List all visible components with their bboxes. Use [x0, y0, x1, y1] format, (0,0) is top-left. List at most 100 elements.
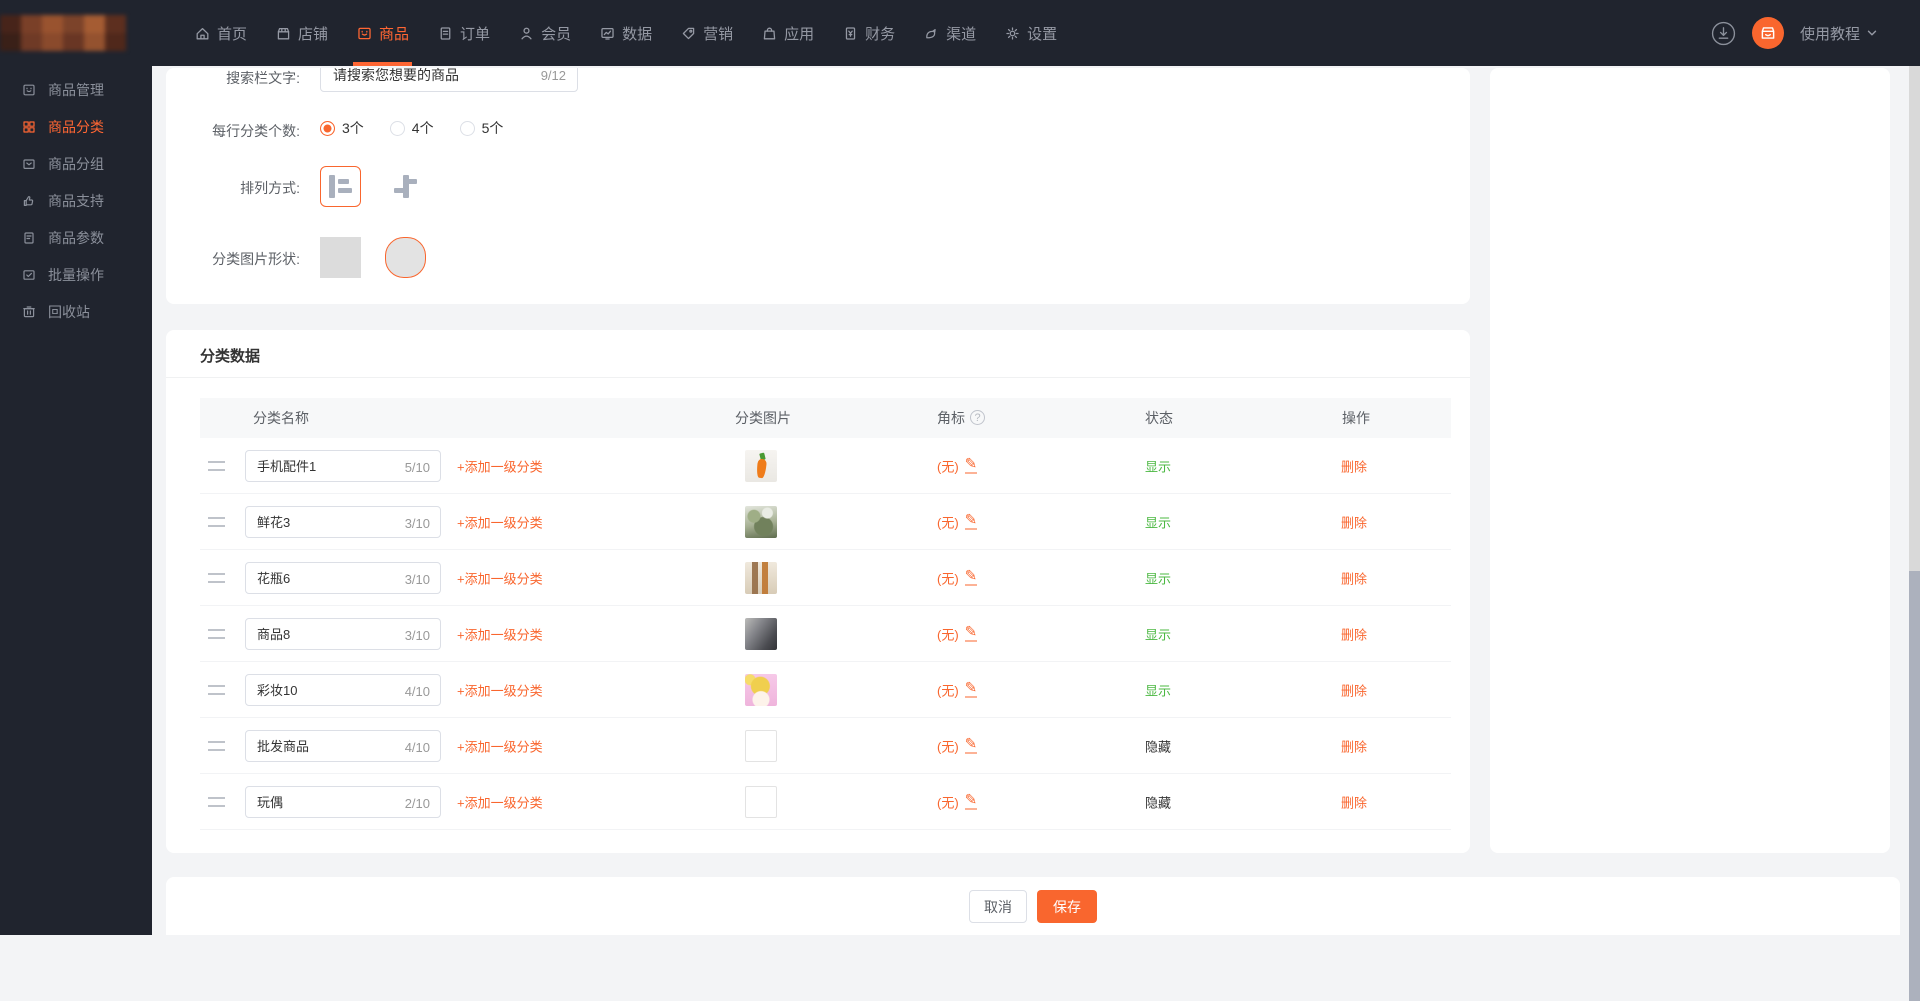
shape-circle-option[interactable] — [385, 237, 426, 278]
category-name-box: 2/10 — [245, 785, 441, 818]
table-row: 4/10 +添加一级分类 (无) ✎ 显示 删除 — [200, 662, 1451, 718]
category-table: 分类名称 分类图片 角标? 状态 操作 5/10 +添加一级分类 (无) ✎ 显… — [200, 398, 1451, 830]
nav-item-home[interactable]: 首页 — [194, 0, 247, 66]
edit-badge-icon[interactable]: ✎ — [964, 737, 978, 754]
status-toggle[interactable]: 隐藏 — [1145, 736, 1171, 755]
sidebar-item-goods-support[interactable]: 商品支持 — [0, 182, 152, 219]
add-subcategory-link[interactable]: +添加一级分类 — [457, 736, 543, 755]
category-image-thumb[interactable] — [745, 449, 777, 482]
storefront-icon — [1761, 27, 1775, 39]
nav-item-apps[interactable]: 应用 — [761, 0, 814, 66]
edit-badge-icon[interactable]: ✎ — [964, 681, 978, 698]
nav-item-marketing[interactable]: 营销 — [680, 0, 733, 66]
drag-handle-icon[interactable] — [208, 460, 225, 471]
drag-handle-icon[interactable] — [208, 796, 225, 807]
sidebar-item-recycle-bin[interactable]: 回收站 — [0, 293, 152, 330]
preview-panel — [1490, 68, 1890, 853]
badge-value: (无) — [937, 627, 959, 642]
delete-link[interactable]: 删除 — [1341, 680, 1367, 699]
drag-handle-icon[interactable] — [208, 572, 225, 583]
delete-link[interactable]: 删除 — [1341, 736, 1367, 755]
nav-item-shop[interactable]: 店铺 — [275, 0, 328, 66]
category-image-thumb[interactable] — [745, 673, 777, 706]
add-subcategory-link[interactable]: +添加一级分类 — [457, 568, 543, 587]
recycle-bin-icon — [21, 304, 37, 320]
search-text-input[interactable] — [320, 68, 578, 92]
download-icon[interactable] — [1711, 21, 1736, 46]
channels-icon — [923, 25, 940, 42]
drag-handle-icon[interactable] — [208, 516, 225, 527]
nav-item-finance[interactable]: 财务 — [842, 0, 895, 66]
search-char-counter: 9/12 — [540, 68, 566, 83]
col-status: 状态 — [1145, 410, 1173, 426]
delete-link[interactable]: 删除 — [1341, 624, 1367, 643]
category-image-thumb[interactable] — [745, 561, 777, 594]
table-row: 3/10 +添加一级分类 (无) ✎ 显示 删除 — [200, 550, 1451, 606]
category-image-thumb[interactable] — [745, 617, 777, 650]
scrollbar-thumb[interactable] — [1909, 571, 1920, 1001]
delete-link[interactable]: 删除 — [1341, 456, 1367, 475]
status-toggle[interactable]: 显示 — [1145, 568, 1171, 587]
status-toggle[interactable]: 显示 — [1145, 624, 1171, 643]
arrange-center-option[interactable] — [385, 166, 426, 207]
drag-handle-icon[interactable] — [208, 684, 225, 695]
sidebar-item-goods-category[interactable]: 商品分类 — [0, 108, 152, 145]
store-avatar[interactable] — [1751, 17, 1784, 49]
shape-square-option[interactable] — [320, 237, 361, 278]
arrange-left-option[interactable] — [320, 166, 361, 207]
sidebar-item-goods-params[interactable]: 商品参数 — [0, 219, 152, 256]
add-subcategory-link[interactable]: +添加一级分类 — [457, 680, 543, 699]
cancel-button[interactable]: 取消 — [969, 890, 1027, 923]
status-toggle[interactable]: 隐藏 — [1145, 792, 1171, 811]
badge-cell: (无) ✎ — [937, 568, 978, 587]
category-image-thumb[interactable] — [745, 729, 777, 762]
badge-cell: (无) ✎ — [937, 680, 978, 699]
help-icon[interactable]: ? — [970, 410, 985, 425]
per-row-radio-3个[interactable]: 3个 — [320, 118, 364, 138]
finance-icon — [842, 25, 859, 42]
edit-badge-icon[interactable]: ✎ — [964, 569, 978, 586]
per-row-radio-4个[interactable]: 4个 — [389, 118, 434, 138]
nav-item-settings[interactable]: 设置 — [1004, 0, 1057, 66]
delete-link[interactable]: 删除 — [1341, 512, 1367, 531]
category-image-thumb[interactable] — [745, 505, 777, 538]
edit-badge-icon[interactable]: ✎ — [964, 625, 978, 642]
chevron-down-icon — [1867, 30, 1877, 36]
tutorial-menu[interactable]: 使用教程 — [1800, 23, 1878, 44]
per-row-radio-5个[interactable]: 5个 — [459, 118, 503, 138]
category-image-thumb[interactable] — [745, 785, 777, 818]
table-row: 2/10 +添加一级分类 (无) ✎ 隐藏 删除 — [200, 774, 1451, 830]
radio-icon — [389, 120, 405, 136]
edit-badge-icon[interactable]: ✎ — [964, 457, 978, 474]
sidebar-item-goods-manage[interactable]: 商品管理 — [0, 71, 152, 108]
drag-handle-icon[interactable] — [208, 628, 225, 639]
edit-badge-icon[interactable]: ✎ — [964, 793, 978, 810]
add-subcategory-link[interactable]: +添加一级分类 — [457, 624, 543, 643]
nav-item-members[interactable]: 会员 — [518, 0, 571, 66]
edit-badge-icon[interactable]: ✎ — [964, 513, 978, 530]
delete-link[interactable]: 删除 — [1341, 568, 1367, 587]
add-subcategory-link[interactable]: +添加一级分类 — [457, 456, 543, 475]
col-badge: 角标? — [937, 398, 985, 438]
status-toggle[interactable]: 显示 — [1145, 512, 1171, 531]
apps-icon — [761, 25, 778, 42]
category-settings-panel: 搜索栏文字: 9/12 每行分类个数: 3个 4个 5个 排列方式: 分类图片形… — [166, 68, 1470, 304]
radio-icon — [320, 120, 335, 136]
add-subcategory-link[interactable]: +添加一级分类 — [457, 512, 543, 531]
arrange-label: 排列方式: — [240, 180, 300, 196]
delete-link[interactable]: 删除 — [1341, 792, 1367, 811]
drag-handle-icon[interactable] — [208, 740, 225, 751]
sidebar-item-batch-ops[interactable]: 批量操作 — [0, 256, 152, 293]
status-toggle[interactable]: 显示 — [1145, 456, 1171, 475]
nav-item-data[interactable]: 数据 — [599, 0, 652, 66]
image-shape-options — [320, 237, 426, 278]
status-toggle[interactable]: 显示 — [1145, 680, 1171, 699]
nav-item-goods[interactable]: 商品 — [353, 0, 413, 66]
add-subcategory-link[interactable]: +添加一级分类 — [457, 792, 543, 811]
sidebar-item-goods-group[interactable]: 商品分组 — [0, 145, 152, 182]
category-name-box: 3/10 — [245, 561, 441, 594]
image-shape-label: 分类图片形状: — [212, 251, 300, 267]
nav-item-channels[interactable]: 渠道 — [923, 0, 976, 66]
nav-item-orders[interactable]: 订单 — [437, 0, 490, 66]
save-button[interactable]: 保存 — [1037, 890, 1097, 923]
